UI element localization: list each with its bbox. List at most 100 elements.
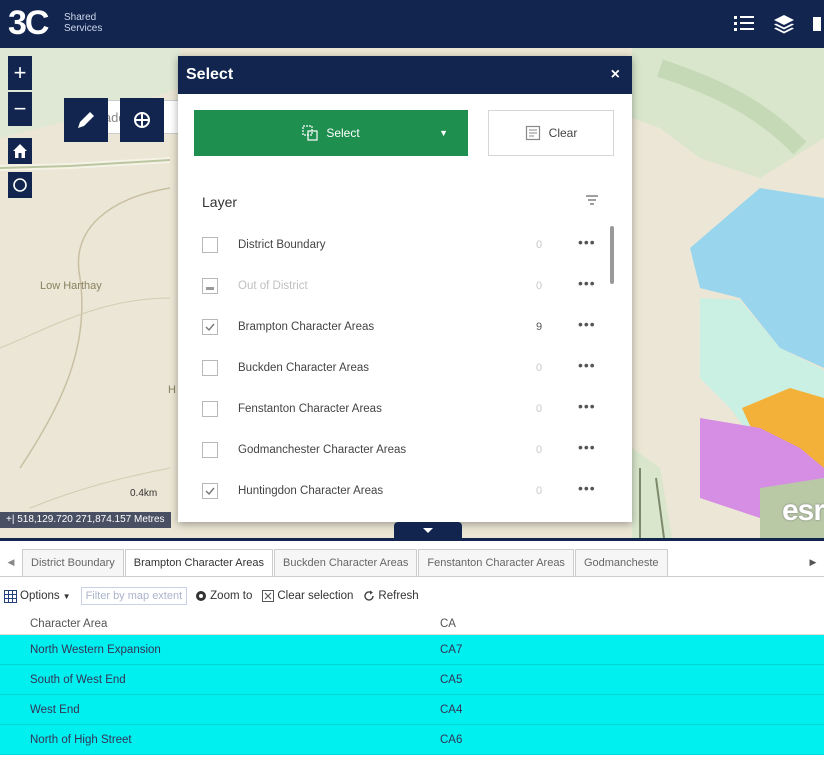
column-header[interactable]: Character Area — [0, 618, 440, 630]
select-panel-title-bar: Select × — [178, 56, 632, 94]
clear-selection-button[interactable]: Clear selection — [262, 590, 353, 602]
zoom-to-icon — [196, 591, 207, 601]
clear-selection-icon — [262, 590, 275, 602]
attribute-table-panel: ◀ District Boundary Brampton Character Ar… — [0, 538, 824, 760]
layer-checkbox[interactable] — [202, 236, 218, 253]
clear-button-label: Clear — [548, 126, 578, 140]
filter-by-map-extent-toggle[interactable]: Filter by map extent — [80, 587, 188, 605]
layer-checkbox[interactable] — [202, 359, 218, 376]
table-cell: CA4 — [440, 703, 463, 716]
layer-row: Brampton Character Areas 9 ••• — [202, 306, 614, 347]
draw-button[interactable] — [64, 98, 108, 142]
app-window: 3C Shared Services Low Harthay H + − Fin… — [0, 0, 824, 760]
layer-selection-count: 0 — [536, 361, 543, 374]
layer-row: Out of District 0 ••• — [202, 265, 614, 306]
more-tools-icon[interactable] — [808, 10, 824, 38]
attribute-table: Character Area CA North Western Expansio… — [0, 613, 824, 755]
refresh-label: Refresh — [378, 590, 419, 602]
home-button[interactable] — [8, 138, 32, 164]
refresh-button[interactable]: Refresh — [363, 590, 419, 602]
zoom-to-button[interactable]: Zoom to — [195, 590, 252, 602]
table-row[interactable]: South of West End CA5 — [0, 665, 824, 695]
layer-checkbox[interactable] — [202, 277, 218, 294]
attribute-tab[interactable]: Fenstanton Character Areas — [418, 549, 574, 576]
tab-scroll-left-icon[interactable]: ◀ — [0, 549, 22, 576]
checkmark-icon — [205, 487, 215, 495]
layer-more-options-icon[interactable]: ••• — [578, 234, 596, 250]
layer-more-options-icon[interactable]: ••• — [578, 357, 596, 373]
layer-name: Buckden Character Areas — [238, 361, 370, 374]
table-row[interactable]: North Western Expansion CA7 — [0, 635, 824, 665]
layer-selection-count: 9 — [536, 320, 543, 333]
place-label: Low Harthay — [40, 280, 102, 292]
layer-selection-count: 0 — [536, 238, 543, 251]
layer-row: Fenstanton Character Areas 0 ••• — [202, 388, 614, 429]
layer-options-icon[interactable] — [584, 192, 600, 213]
caret-down-icon[interactable]: ▼ — [439, 128, 448, 138]
layer-selection-count: 0 — [536, 484, 543, 497]
table-cell: CA7 — [440, 643, 463, 656]
layer-selection-count: 0 — [536, 402, 543, 415]
scrollbar[interactable] — [610, 226, 614, 284]
disabled-icon — [206, 286, 214, 290]
logo: 3C Shared Services — [8, 4, 128, 42]
select-button-label: Select — [326, 126, 360, 140]
layer-more-options-icon[interactable]: ••• — [578, 275, 596, 291]
logo-sub-line-2: Services — [64, 23, 103, 34]
layer-row: Godmanchester Character Areas 0 ••• — [202, 429, 614, 470]
table-cell: North of High Street — [30, 733, 132, 746]
select-panel-title: Select — [186, 66, 234, 83]
table-cell: CA6 — [440, 733, 463, 746]
locate-button[interactable] — [8, 172, 32, 198]
layer-more-options-icon[interactable]: ••• — [578, 480, 596, 496]
place-label: H — [168, 384, 176, 396]
options-button[interactable]: Options ▼ — [4, 589, 71, 603]
layer-more-options-icon[interactable]: ••• — [578, 439, 596, 455]
attribute-tab[interactable]: District Boundary — [22, 549, 124, 576]
table-row[interactable]: North of High Street CA6 — [0, 725, 824, 755]
attribute-tab[interactable]: Godmancheste — [574, 549, 668, 576]
caret-down-icon: ▼ — [62, 591, 71, 601]
chevron-down-icon — [423, 528, 433, 533]
table-cell: North Western Expansion — [30, 643, 161, 656]
table-row[interactable]: West End CA4 — [0, 695, 824, 725]
tab-scroll-right-icon[interactable]: ▶ — [802, 549, 824, 576]
coordinates-display: +| 518,129.720 271,874.157 Metres — [0, 512, 171, 528]
attribute-toolbar: Options ▼ Filter by map extent Zoom to C… — [0, 585, 824, 607]
legend-icon[interactable] — [730, 10, 758, 38]
zoom-in-button[interactable]: + — [8, 56, 32, 90]
layer-more-options-icon[interactable]: ••• — [578, 398, 596, 414]
clear-selection-label: Clear selection — [277, 590, 354, 602]
table-body: North Western Expansion CA7 South of West … — [0, 635, 824, 755]
logo-sub-line-1: Shared — [64, 12, 97, 23]
table-header-row: Character Area CA — [0, 613, 824, 635]
attribute-tabs: ◀ District Boundary Brampton Character Ar… — [0, 549, 824, 577]
layer-checkbox[interactable] — [202, 441, 218, 458]
refresh-icon — [364, 590, 375, 601]
attribute-tab[interactable]: Brampton Character Areas — [124, 549, 273, 576]
close-icon[interactable]: × — [611, 66, 620, 84]
select-icon — [302, 125, 318, 141]
layer-name: District Boundary — [238, 238, 326, 251]
layer-checkbox[interactable] — [202, 400, 218, 417]
layer-selection-count: 0 — [536, 443, 543, 456]
clear-icon — [525, 125, 540, 141]
column-header[interactable]: CA — [440, 618, 456, 630]
pencil-icon — [78, 112, 94, 128]
layer-name: Brampton Character Areas — [238, 320, 375, 333]
table-cell: West End — [30, 703, 80, 716]
layer-checkbox[interactable] — [202, 482, 218, 499]
zoom-out-button[interactable]: − — [8, 92, 32, 126]
select-button[interactable]: Select ▼ — [194, 110, 468, 156]
grid-icon — [4, 589, 17, 603]
layer-column-header: Layer — [202, 194, 238, 210]
layers-icon[interactable] — [770, 10, 798, 38]
layer-more-options-icon[interactable]: ••• — [578, 316, 596, 332]
layer-name: Out of District — [238, 279, 308, 292]
layer-selection-count: 0 — [536, 279, 543, 292]
clear-button[interactable]: Clear — [488, 110, 614, 156]
measure-button[interactable] — [120, 98, 164, 142]
layer-checkbox[interactable] — [202, 318, 218, 335]
logo-sub: Shared Services — [64, 12, 102, 34]
attribute-tab[interactable]: Buckden Character Areas — [274, 549, 418, 576]
